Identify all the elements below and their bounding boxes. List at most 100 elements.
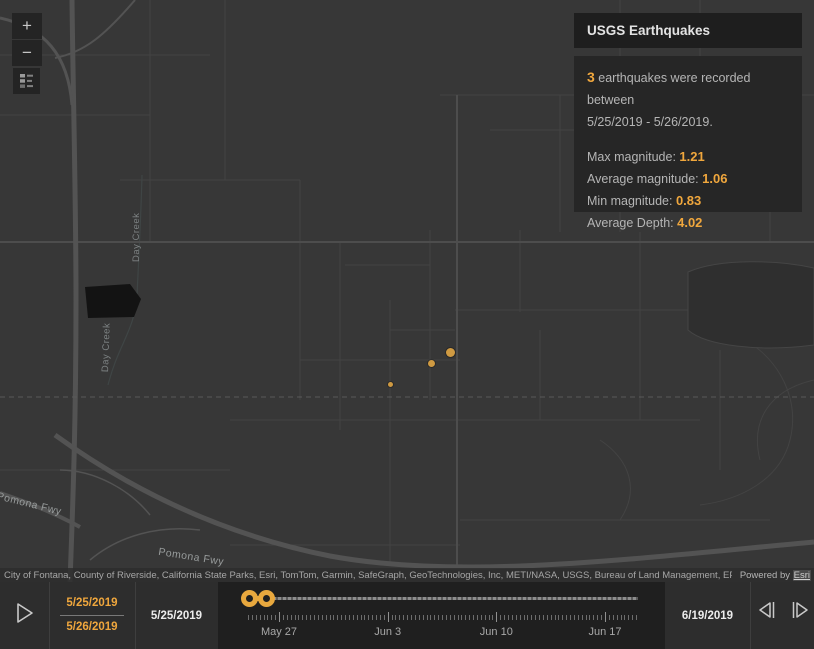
next-step-button[interactable] [786, 598, 812, 624]
slider-tick [283, 615, 284, 620]
earthquake-dot[interactable] [388, 382, 393, 387]
slider-tick [434, 615, 435, 620]
slider-tick [333, 615, 334, 620]
esri-link[interactable]: Esri [793, 570, 811, 581]
zoom-widget: + − [12, 13, 42, 66]
slider-tick [555, 615, 556, 620]
slider-tick [407, 615, 408, 620]
step-forward-icon [787, 599, 811, 621]
slider-tick [306, 615, 307, 620]
tick-label: Jun 3 [374, 626, 401, 638]
slider-tick [256, 615, 257, 620]
slider-tick [458, 615, 459, 620]
slider-tick [298, 615, 299, 620]
map-label-day-creek: Day Creek [100, 323, 113, 373]
slider-tick [415, 615, 416, 620]
panel-header: USGS Earthquakes [574, 13, 802, 48]
slider-tick [531, 615, 532, 620]
slider-tick [609, 615, 610, 620]
slider-tick [419, 615, 420, 620]
stat-row: Min magnitude: 0.83 [587, 190, 789, 212]
slider-tick [508, 615, 509, 620]
legend-button[interactable] [13, 68, 40, 94]
range-separator [60, 615, 124, 616]
slider-tick [260, 615, 261, 620]
slider-tick [392, 615, 393, 620]
earthquake-count: 3 [587, 69, 595, 85]
slider-tick [539, 615, 540, 620]
slider-tick [500, 615, 501, 620]
summary-line-2: 5/25/2019 - 5/26/2019. [587, 111, 789, 133]
zoom-in-button[interactable]: + [12, 13, 42, 39]
slider-tick [570, 615, 571, 620]
slider-tick [287, 615, 288, 620]
stat-row: Max magnitude: 1.21 [587, 146, 789, 168]
slider-tick [551, 615, 552, 620]
slider-tick [624, 615, 625, 620]
slider-tick [264, 615, 265, 620]
slider-tick [524, 615, 525, 620]
slider-tick [586, 615, 587, 620]
slider-tick [477, 615, 478, 620]
legend-icon [19, 73, 34, 89]
slider-tick [496, 612, 497, 622]
divider [750, 582, 751, 649]
slider-tick [384, 615, 385, 620]
slider-tick [395, 615, 396, 620]
slider-tick [291, 615, 292, 620]
slider-tick [372, 615, 373, 620]
slider-tick [271, 615, 272, 620]
slider-tick [485, 615, 486, 620]
slider-tick [388, 612, 389, 622]
slider-tick [442, 615, 443, 620]
play-button[interactable] [10, 600, 40, 628]
slider-tick [465, 615, 466, 620]
summary-line-1: 3 earthquakes were recorded between [587, 66, 789, 111]
slider-tick [589, 615, 590, 620]
slider-tick [302, 615, 303, 620]
slider-tick [621, 615, 622, 620]
slider-tick [310, 615, 311, 620]
slider-tick [473, 615, 474, 620]
slider-tick [326, 615, 327, 620]
slider-tick [450, 615, 451, 620]
slider-tick [322, 615, 323, 620]
slider-tick [314, 615, 315, 620]
slider-tick [535, 615, 536, 620]
slider-tick [295, 615, 296, 620]
slider-tick [267, 615, 268, 620]
slider-track[interactable] [248, 597, 638, 600]
panel-title: USGS Earthquakes [587, 23, 710, 38]
slider-tick [364, 615, 365, 620]
slider-tick [566, 615, 567, 620]
app-window: Day Creek Day Creek Pomona Fwy Pomona Fw… [0, 0, 814, 649]
slider-tick [543, 615, 544, 620]
slider-tick [516, 615, 517, 620]
slider-tick [593, 615, 594, 620]
slider-tick [399, 615, 400, 620]
powered-by: Powered by Esri [732, 570, 814, 581]
slider-thumb-start[interactable] [241, 590, 258, 607]
slider-tick [617, 615, 618, 620]
slider-tick [403, 615, 404, 620]
slider-tick [601, 615, 602, 620]
slider-tick [562, 615, 563, 620]
slider-tick [318, 615, 319, 620]
play-icon [14, 601, 36, 625]
range-start-date[interactable]: 5/25/2019 [66, 596, 117, 611]
attribution-bar: City of Fontana, County of Riverside, Ca… [0, 568, 814, 582]
step-back-icon [756, 599, 780, 621]
slider-tick [605, 612, 606, 622]
range-end-date[interactable]: 5/26/2019 [66, 620, 117, 635]
previous-step-button[interactable] [755, 598, 781, 624]
earthquake-dot[interactable] [428, 360, 435, 367]
panel-body: 3 earthquakes were recorded between 5/25… [574, 56, 802, 212]
min-date-label: 5/25/2019 [135, 582, 218, 649]
slider-thumb-end[interactable] [258, 590, 275, 607]
map-label-day-creek: Day Creek [131, 213, 142, 262]
zoom-out-button[interactable]: − [12, 40, 42, 66]
stat-value: 1.21 [679, 149, 704, 164]
earthquake-dot[interactable] [446, 348, 455, 357]
stat-row: Average Depth: 4.02 [587, 212, 789, 234]
slider-tick [430, 615, 431, 620]
